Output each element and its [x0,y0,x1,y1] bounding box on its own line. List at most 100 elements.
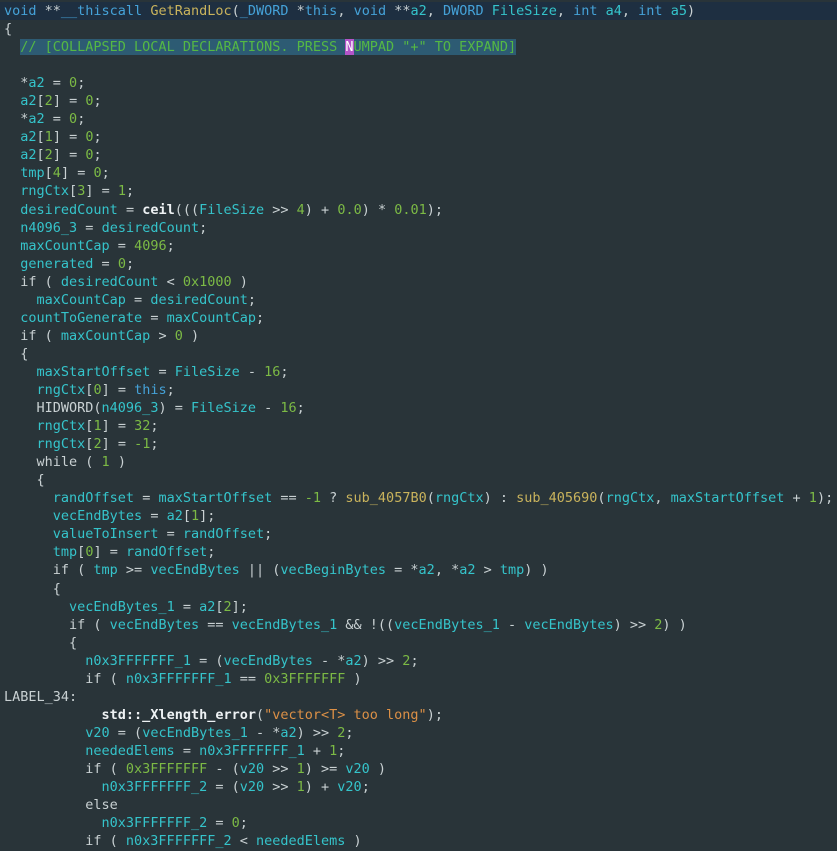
code-line[interactable]: *a2 = 0; [4,110,837,128]
code-line[interactable]: { [4,471,837,489]
code-token: rngCtx [37,382,86,398]
code-token: vecEndBytes [524,617,613,633]
code-token: ) >= [305,761,346,777]
code-line[interactable]: if ( maxCountCap > 0 ) [4,327,837,345]
code-line[interactable]: else [4,796,837,814]
code-line[interactable]: n0x3FFFFFFF_2 = (v20 >> 1) + v20; [4,778,837,796]
code-line[interactable]: a2[1] = 0; [4,128,837,146]
code-line[interactable]: if ( 0x3FFFFFFF - (v20 >> 1) >= v20 ) [4,760,837,778]
code-line[interactable]: if ( vecEndBytes == vecEndBytes_1 && !((… [4,616,837,634]
code-line[interactable]: countToGenerate = maxCountCap; [4,309,837,327]
code-token: [ [215,599,223,615]
code-line[interactable]: *a2 = 0; [4,74,837,92]
code-token: ] = [85,183,118,199]
code-token: == [232,671,265,687]
code-line[interactable]: n4096_3 = desiredCount; [4,219,837,237]
code-token: tmp [53,544,77,560]
code-line[interactable]: generated = 0; [4,255,837,273]
code-token [4,599,69,615]
code-token: * [4,75,28,91]
code-token: , [427,3,443,19]
code-line[interactable]: while ( 1 ) [4,453,837,471]
code-token: void [4,3,37,19]
code-line[interactable]: HIDWORD(n4096_3) = FileSize - 16; [4,399,837,417]
code-token: 1 [191,508,199,524]
code-token: ; [102,165,110,181]
code-line[interactable]: rngCtx[0] = this; [4,381,837,399]
code-token [4,165,20,181]
code-token: ((( [175,202,199,218]
code-line[interactable]: n0x3FFFFFFF_1 = (vecEndBytes - *a2) >> 2… [4,652,837,670]
code-line[interactable]: vecEndBytes_1 = a2[2]; [4,598,837,616]
code-token: ); [427,707,443,723]
code-token: ; [256,310,264,326]
code-token: ] = [102,418,135,434]
code-line[interactable]: desiredCount = ceil(((FileSize >> 4) + 0… [4,201,837,219]
code-token: v20 [345,761,369,777]
code-token: ] = [53,93,86,109]
code-token [4,707,102,723]
code-line[interactable] [4,56,837,74]
code-token: a2 [410,3,426,19]
code-token: ; [126,256,134,272]
code-line[interactable]: if ( n0x3FFFFFFF_1 == 0x3FFFFFFF ) [4,670,837,688]
code-token: = [207,815,231,831]
code-line[interactable]: a2[2] = 0; [4,146,837,164]
code-line[interactable]: maxCountCap = desiredCount; [4,291,837,309]
code-token: [ [37,147,45,163]
code-line[interactable]: void **__thiscall GetRandLoc(_DWORD *thi… [0,2,837,20]
code-token: maxCountCap [20,238,109,254]
code-token: randOffset [53,490,134,506]
code-line[interactable]: tmp[0] = randOffset; [4,543,837,561]
code-line[interactable]: randOffset = maxStartOffset == -1 ? sub_… [4,489,837,507]
code-token: a5 [671,3,687,19]
code-token: = [134,490,158,506]
code-line[interactable]: { [4,634,837,652]
code-line[interactable]: rngCtx[2] = -1; [4,435,837,453]
code-line[interactable]: maxCountCap = 4096; [4,237,837,255]
code-line[interactable]: neededElems = n0x3FFFFFFF_1 + 1; [4,742,837,760]
code-line[interactable]: if ( n0x3FFFFFFF_2 < neededElems ) [4,832,837,850]
code-line[interactable]: std::_Xlength_error("vector<T> too long"… [4,706,837,724]
code-token [4,93,20,109]
code-token: = [158,526,182,542]
code-line[interactable]: if ( desiredCount < 0x1000 ) [4,273,837,291]
code-line[interactable]: tmp[4] = 0; [4,164,837,182]
code-line[interactable]: vecEndBytes = a2[1]; [4,507,837,525]
code-token: n4096_3 [102,400,159,416]
code-token: a2 [20,93,36,109]
code-token: = [118,202,142,218]
code-line[interactable]: { [4,20,837,38]
code-token: a2 [28,75,44,91]
code-token: rngCtx [20,183,69,199]
code-token [4,292,37,308]
code-token: if ( [4,833,126,849]
code-token [4,508,53,524]
code-line[interactable]: if ( tmp >= vecEndBytes || (vecBeginByte… [4,561,837,579]
code-token: else [4,797,118,813]
code-line[interactable]: { [4,580,837,598]
code-line[interactable]: valueToInsert = randOffset; [4,525,837,543]
code-token [4,490,53,506]
code-token: HIDWORD( [4,400,102,416]
code-line[interactable]: // [COLLAPSED LOCAL DECLARATIONS. PRESS … [4,38,837,56]
code-line[interactable]: v20 = (vecEndBytes_1 - *a2) >> 2; [4,724,837,742]
code-line[interactable]: rngCtx[1] = 32; [4,417,837,435]
code-line[interactable]: LABEL_34: [4,688,837,706]
code-token: GetRandLoc [150,3,231,19]
code-line[interactable]: n0x3FFFFFFF_2 = 0; [4,814,837,832]
code-line[interactable]: { [4,345,837,363]
code-token: = ( [191,653,224,669]
code-line[interactable]: rngCtx[3] = 1; [4,182,837,200]
pseudocode: void **__thiscall GetRandLoc(_DWORD *thi… [0,0,837,850]
code-token: vecEndBytes [110,617,199,633]
code-token: 16 [264,364,280,380]
code-token: desiredCount [150,292,248,308]
code-token: neededElems [85,743,174,759]
code-token: >= [118,562,151,578]
code-token: 0 [69,111,77,127]
code-line[interactable]: maxStartOffset = FileSize - 16; [4,363,837,381]
code-token: [ [37,93,45,109]
code-line[interactable]: a2[2] = 0; [4,92,837,110]
code-token: ; [362,779,370,795]
